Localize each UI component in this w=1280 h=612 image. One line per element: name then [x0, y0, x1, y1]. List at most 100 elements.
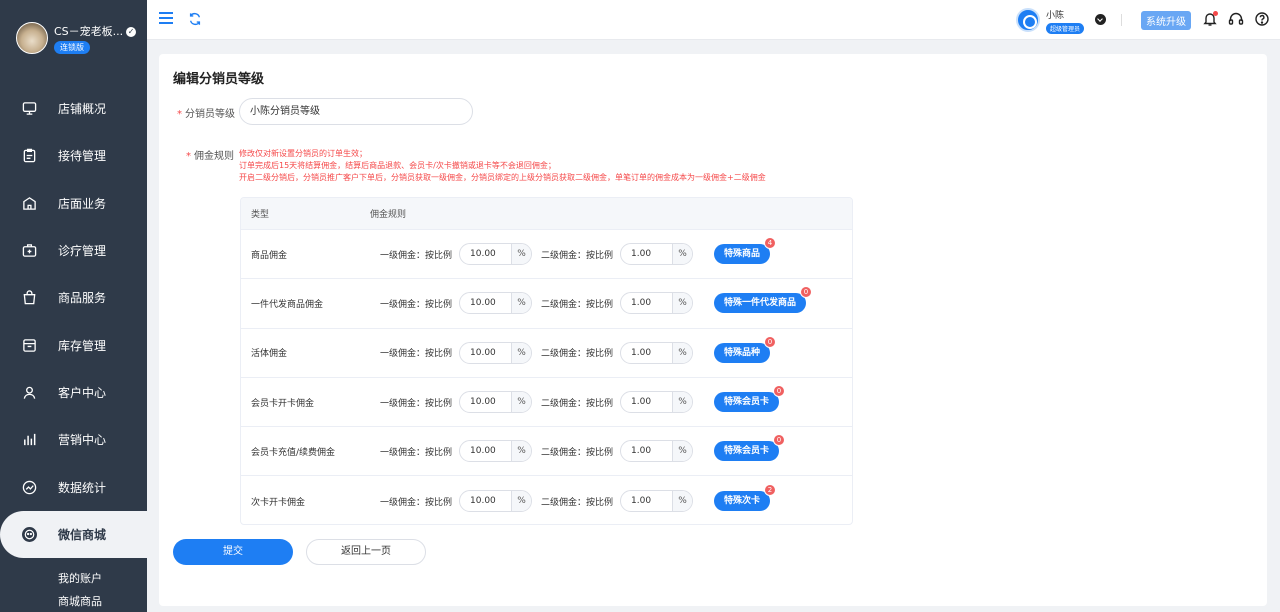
- header-divider: [1121, 14, 1122, 26]
- sidebar-item-statistics[interactable]: 数据统计: [0, 463, 147, 510]
- menu-toggle-icon[interactable]: [159, 12, 173, 24]
- row-type: 活体佣金: [251, 349, 288, 360]
- level1-rate-input[interactable]: 10.00%: [459, 243, 532, 266]
- submit-button[interactable]: 提交: [173, 539, 293, 565]
- count-badge: 0: [800, 286, 813, 299]
- user-logo-icon[interactable]: [1016, 8, 1040, 32]
- shop-badge: 连锁版: [54, 41, 90, 54]
- row-type: 次卡开卡佣金: [251, 497, 306, 508]
- level1-label: 一级佣金：按比例: [380, 299, 453, 310]
- level2-rate-input[interactable]: 1.00%: [620, 243, 693, 266]
- help-icon[interactable]: [1254, 11, 1270, 27]
- bag-icon: [22, 290, 37, 305]
- sidebar-item-diagnosis[interactable]: 诊疗管理: [0, 227, 147, 274]
- headset-icon[interactable]: [1228, 11, 1244, 27]
- special-items-button[interactable]: 特殊次卡 2: [714, 484, 777, 512]
- sidebar-item-label: 数据统计: [58, 480, 107, 495]
- sidebar-item-marketing[interactable]: 营销中心: [0, 416, 147, 463]
- level2-rate-input[interactable]: 1.00%: [620, 490, 693, 513]
- inventory-icon: [22, 338, 37, 353]
- clipboard-icon: [22, 148, 37, 163]
- rules-note: 订单完成后15天将结算佣金，结算后商品退款、会员卡/次卡撤销或退卡等不会退回佣金…: [239, 161, 556, 170]
- back-button[interactable]: 返回上一页: [306, 539, 426, 565]
- medical-kit-icon: [22, 243, 37, 258]
- level2-label: 二级佣金：按比例: [541, 398, 614, 409]
- notification-dot: [1213, 11, 1218, 16]
- count-badge: 2: [764, 484, 777, 497]
- level1-rate-input[interactable]: 10.00%: [459, 292, 532, 315]
- level1-rate-input[interactable]: 10.00%: [459, 391, 532, 414]
- special-items-button[interactable]: 特殊会员卡 0: [714, 434, 786, 462]
- column-header-rules: 佣金规则: [370, 210, 407, 220]
- level1-label: 一级佣金：按比例: [380, 398, 453, 409]
- sidebar-item-wechat-mall[interactable]: 微信商城: [0, 510, 147, 558]
- special-items-button[interactable]: 特殊品种 0: [714, 335, 777, 363]
- sidebar-item-label: 微信商城: [58, 527, 107, 542]
- check-circle-icon: ✓: [126, 27, 137, 37]
- sidebar-item-reception[interactable]: 接待管理: [0, 132, 147, 179]
- sidebar-item-customer-center[interactable]: 客户中心: [0, 369, 147, 416]
- special-items-button[interactable]: 特殊会员卡 0: [714, 385, 786, 413]
- sidebar-item-inventory[interactable]: 库存管理: [0, 321, 147, 368]
- level1-label: 一级佣金：按比例: [380, 250, 453, 261]
- table-header: 类型 佣金规则: [241, 198, 852, 230]
- level1-rate-input[interactable]: 10.00%: [459, 440, 532, 463]
- level-name-input[interactable]: 小陈分销员等级: [239, 98, 473, 125]
- level1-label: 一级佣金：按比例: [380, 447, 453, 458]
- level2-rate-input[interactable]: 1.00%: [620, 341, 693, 364]
- row-type: 会员卡开卡佣金: [251, 398, 315, 409]
- sidebar-subitem-my-account[interactable]: 我的账户: [0, 567, 147, 590]
- main-card: 编辑分销员等级 * 分销员等级 小陈分销员等级 * 佣金规则 修改仅对新设置分销员的…: [159, 54, 1267, 606]
- monitor-icon: [22, 101, 37, 116]
- sidebar-subitem-mall-goods[interactable]: 商城商品: [0, 590, 147, 612]
- level2-rate-input[interactable]: 1.00%: [620, 440, 693, 463]
- level2-label: 二级佣金：按比例: [541, 299, 614, 310]
- sidebar-item-store-business[interactable]: 店面业务: [0, 180, 147, 227]
- sidebar-submenu: 我的账户 商城商品: [0, 567, 147, 612]
- rules-note: 修改仅对新设置分销员的订单生效；: [239, 149, 367, 158]
- level1-label: 一级佣金：按比例: [380, 497, 453, 508]
- avatar: [16, 22, 48, 54]
- rules-note: 开启二级分销后，分销员推广客户下单后，分销员获取一级佣金，分销员绑定的上级分销员…: [239, 173, 766, 182]
- page-title: 编辑分销员等级: [173, 72, 265, 87]
- wechat-icon: [22, 526, 37, 542]
- sidebar-item-goods-service[interactable]: 商品服务: [0, 274, 147, 321]
- sidebar-nav: 店铺概况 接待管理 店面业务 诊疗管理 商品服务 库存管理 客户中心 营销中心: [0, 85, 147, 558]
- sidebar-item-label: 店面业务: [58, 196, 107, 211]
- count-badge: 0: [773, 385, 786, 398]
- sidebar-item-label: 商品服务: [58, 291, 107, 306]
- row-type: 一件代发商品佣金: [251, 299, 324, 310]
- refresh-icon[interactable]: [188, 12, 202, 26]
- special-items-button[interactable]: 特殊一件代发商品 0: [714, 286, 813, 314]
- sidebar-item-shop-overview[interactable]: 店铺概况: [0, 85, 147, 132]
- table-row: 会员卡开卡佣金 一级佣金：按比例 10.00% 二级佣金：按比例 1.00% 特…: [241, 378, 852, 428]
- shop-profile[interactable]: CS－宠老板... ✓ 连锁版: [16, 20, 144, 60]
- sidebar-item-label: 库存管理: [58, 338, 107, 353]
- top-header: 小陈 超级管理员 系统升级: [147, 0, 1280, 40]
- level2-label: 二级佣金：按比例: [541, 349, 614, 360]
- level1-rate-input[interactable]: 10.00%: [459, 341, 532, 364]
- level1-rate-input[interactable]: 10.00%: [459, 490, 532, 513]
- chevron-down-icon[interactable]: [1095, 14, 1106, 25]
- system-upgrade-button[interactable]: 系统升级: [1141, 11, 1191, 30]
- level1-label: 一级佣金：按比例: [380, 349, 453, 360]
- level2-rate-input[interactable]: 1.00%: [620, 391, 693, 414]
- level2-label: 二级佣金：按比例: [541, 250, 614, 261]
- special-items-button[interactable]: 特殊商品 4: [714, 237, 777, 265]
- user-role-badge: 超级管理员: [1046, 23, 1085, 34]
- table-row: 一件代发商品佣金 一级佣金：按比例 10.00% 二级佣金：按比例 1.00% …: [241, 279, 852, 329]
- table-row: 商品佣金 一级佣金：按比例 10.00% 二级佣金：按比例 1.00% 特殊商品…: [241, 230, 852, 280]
- count-badge: 4: [764, 237, 777, 250]
- user-icon: [22, 385, 37, 400]
- sidebar-item-label: 接待管理: [58, 149, 107, 164]
- table-row: 活体佣金 一级佣金：按比例 10.00% 二级佣金：按比例 1.00% 特殊品种…: [241, 329, 852, 378]
- level2-rate-input[interactable]: 1.00%: [620, 292, 693, 315]
- column-header-type: 类型: [251, 210, 270, 220]
- trend-icon: [22, 480, 37, 495]
- commission-table: 类型 佣金规则 商品佣金 一级佣金：按比例 10.00% 二级佣金：按比例 1.…: [240, 197, 853, 525]
- level2-label: 二级佣金：按比例: [541, 497, 614, 508]
- table-row: 会员卡充值/续费佣金 一级佣金：按比例 10.00% 二级佣金：按比例 1.00…: [241, 427, 852, 477]
- sidebar: CS－宠老板... ✓ 连锁版 店铺概况 接待管理 店面业务 诊疗管理 商品服务 …: [0, 0, 147, 612]
- table-row: 次卡开卡佣金 一级佣金：按比例 10.00% 二级佣金：按比例 1.00% 特殊…: [241, 476, 852, 524]
- bell-icon[interactable]: [1202, 11, 1218, 27]
